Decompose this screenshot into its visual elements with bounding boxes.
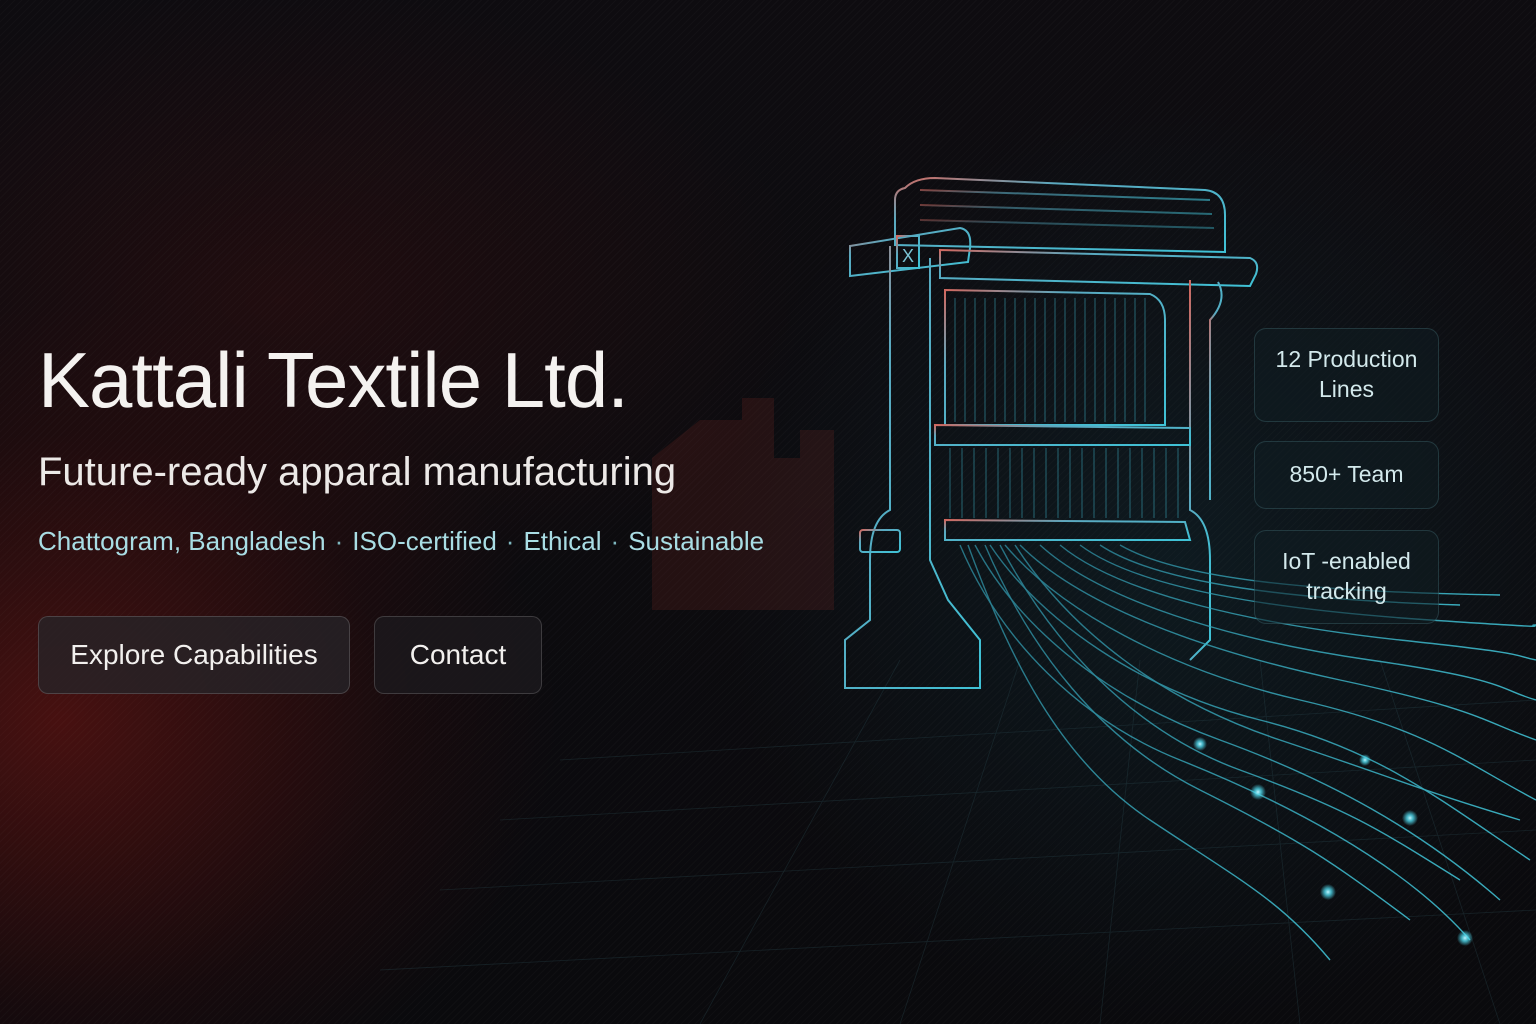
feature-separator: · (334, 525, 344, 556)
hero-section: X Kattali Textile Ltd. Future-ready appa… (0, 0, 1536, 1024)
stat-team-size: 850+ Team (1254, 441, 1439, 509)
loom-marker: X (902, 246, 914, 266)
contact-button[interactable]: Contact (374, 616, 542, 694)
floor-grid (379, 659, 1536, 1024)
feature-sustainable: Sustainable (628, 525, 765, 556)
warp-threads (949, 298, 1179, 518)
explore-capabilities-button[interactable]: Explore Capabilities (38, 616, 350, 694)
feature-location: Chattogram, Bangladesh (38, 525, 326, 556)
feature-separator: · (610, 525, 620, 556)
hero-tagline: Future-ready apparal manufacturing (38, 449, 677, 494)
feature-list: Chattogram, Bangladesh · ISO-certified ·… (38, 526, 838, 557)
feature-iso: ISO-certified (352, 525, 497, 556)
hero-content: Kattali Textile Ltd. Future-ready appara… (38, 336, 838, 557)
feature-ethical: Ethical (523, 525, 602, 556)
stat-iot-tracking: IoT -enabled tracking (1254, 530, 1439, 624)
feature-separator: · (505, 525, 515, 556)
page-title: Kattali Textile Ltd. (38, 336, 629, 424)
fabric-threads (959, 544, 1536, 961)
hero-actions: Explore Capabilities Contact (38, 616, 542, 694)
stat-production-lines: 12 Production Lines (1254, 328, 1439, 422)
